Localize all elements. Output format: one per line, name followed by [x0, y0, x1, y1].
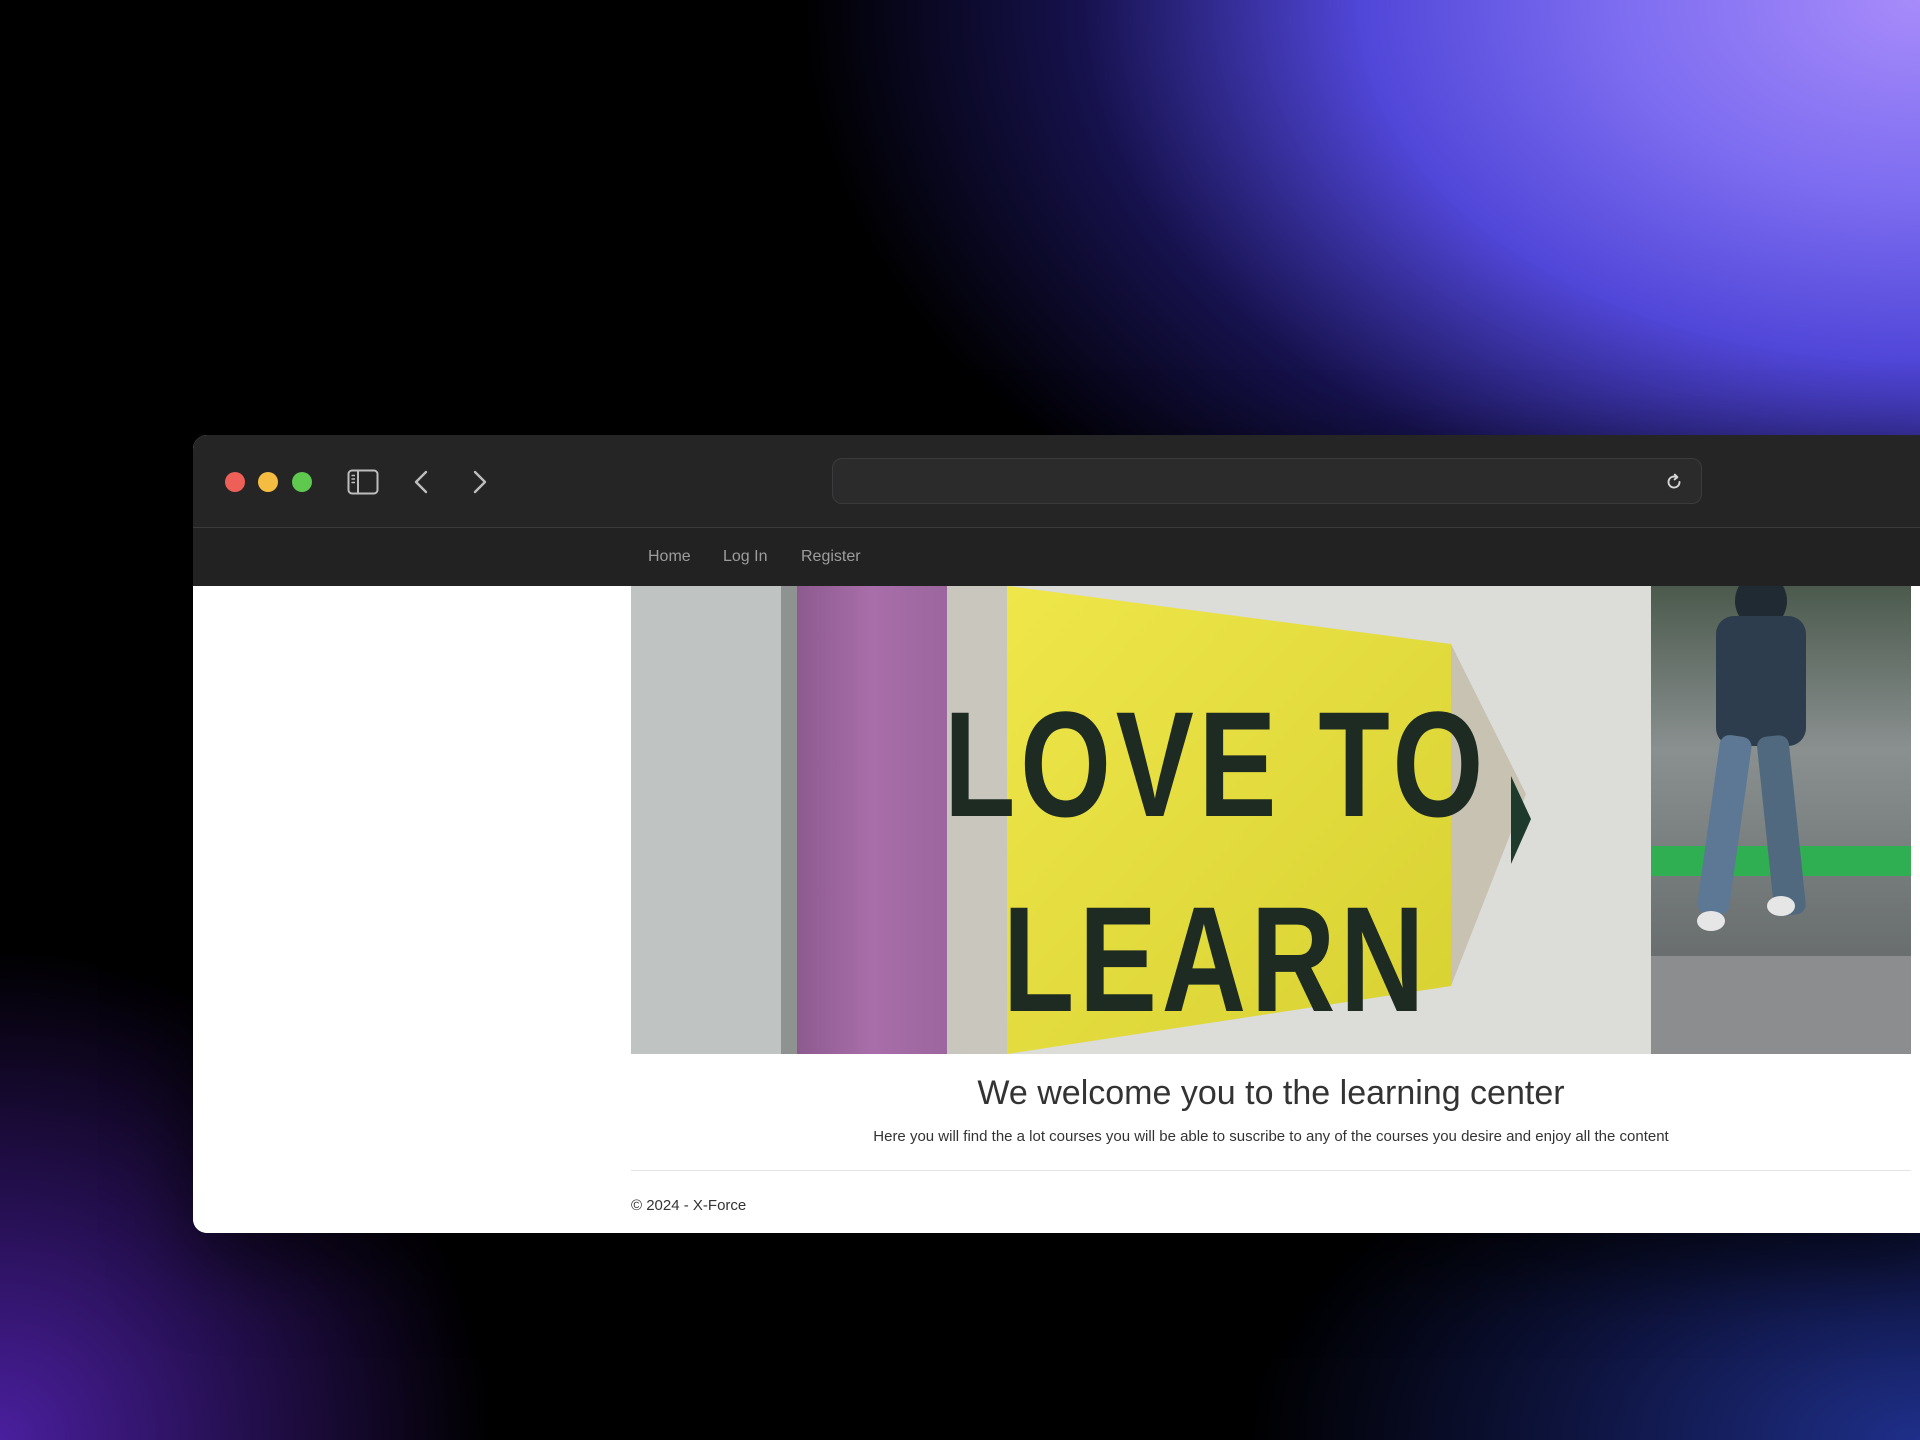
sign-text-line2: LEARN — [1003, 875, 1429, 1043]
sidebar-toggle-icon — [347, 469, 379, 495]
nav-link-home[interactable]: Home — [648, 548, 691, 566]
sidebar-toggle-button[interactable] — [346, 465, 380, 499]
nav-link-register[interactable]: Register — [801, 548, 861, 566]
minimize-window-button[interactable] — [258, 472, 278, 492]
close-window-button[interactable] — [225, 472, 245, 492]
reload-icon — [1667, 473, 1681, 489]
zoom-window-button[interactable] — [292, 472, 312, 492]
page-content: LOVE TO LEARN We welcome you to the lear… — [193, 586, 1920, 1233]
browser-window: Home Log In Register LOVE TO LEARN We we… — [193, 435, 1920, 1233]
hero-image: LOVE TO LEARN — [631, 586, 1911, 1054]
footer-divider — [631, 1170, 1911, 1171]
address-bar[interactable] — [832, 458, 1702, 504]
reload-button[interactable] — [1661, 469, 1687, 495]
chevron-left-icon — [414, 470, 428, 494]
nav-link-login[interactable]: Log In — [723, 548, 767, 566]
browser-toolbar — [193, 435, 1920, 528]
love-to-learn-pencil-sign-photo: LOVE TO LEARN — [631, 586, 1911, 1054]
site-navbar: Home Log In Register — [193, 528, 1920, 586]
footer-copyright: © 2024 - X-Force — [631, 1197, 747, 1214]
page-title: We welcome you to the learning center — [977, 1074, 1565, 1112]
desktop-background: Home Log In Register LOVE TO LEARN We we… — [0, 0, 1920, 1440]
chevron-right-icon — [473, 470, 487, 494]
page-subtitle: Here you will find the a lot courses you… — [873, 1128, 1669, 1145]
forward-button[interactable] — [463, 465, 497, 499]
back-button[interactable] — [404, 465, 438, 499]
sign-text-line1: LOVE TO — [944, 680, 1488, 848]
